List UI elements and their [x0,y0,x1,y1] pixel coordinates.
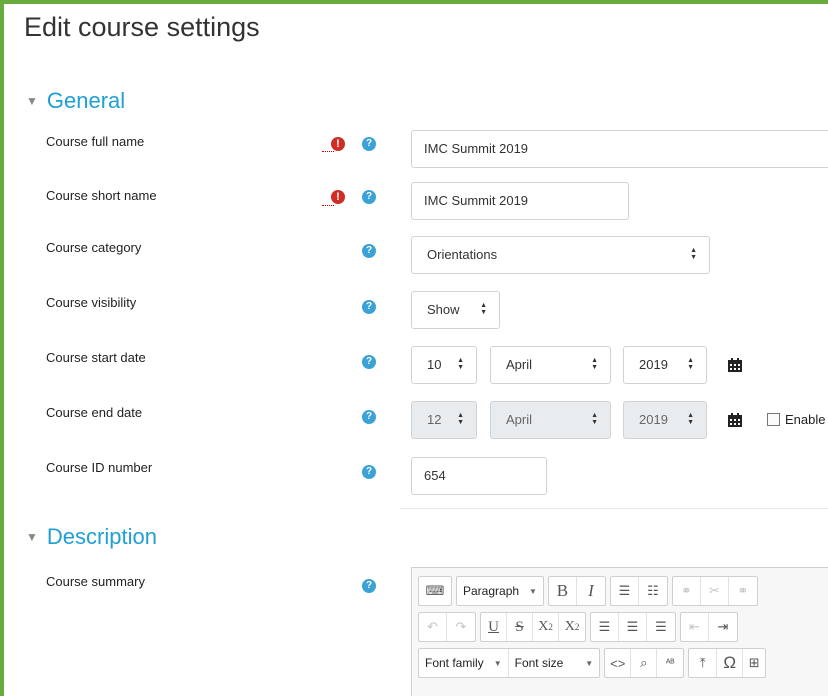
subscript-button[interactable]: X2 [533,613,559,641]
editor-toolbar-row-3: Font family ▼ Font size ▼ <> ⌕ ᴬᴮ ⤒ Ω ⊞ [418,648,767,678]
dropdown-arrow-icon: ▼ [529,586,537,596]
calendar-icon[interactable] [727,412,743,428]
course-category-value: Orientations [427,247,498,262]
unlink-icon[interactable]: ✂ [701,577,729,605]
exclamation-circle-icon[interactable]: ! [331,190,345,204]
question-circle-icon[interactable]: ? [362,355,376,369]
start-day-value: 10 [427,357,442,372]
indent-icon[interactable]: ⇥ [709,613,737,641]
required-underline [322,204,334,206]
align-left-icon[interactable]: ☰ [591,613,619,641]
undo-icon[interactable]: ↶ [419,613,447,641]
code-icon[interactable]: <> [605,649,632,677]
omega-icon[interactable]: Ω [717,649,744,677]
editor-toolbar-row-1: ⌨ Paragraph ▼ B I ☰ ☷ ⚭ ✂ ⚭ [418,576,758,606]
italic-button[interactable]: I [577,577,605,605]
end-month-value: April [506,412,533,427]
anchor-icon[interactable]: ⚭ [729,577,757,605]
sort-arrows-icon: ▲ ▼ [480,302,487,317]
bullet-list-icon[interactable]: ☰ [611,577,639,605]
end-day-select[interactable]: 12 ▲ ▼ [411,401,477,439]
question-circle-icon[interactable]: ? [362,579,376,593]
end-day-value: 12 [427,412,442,427]
end-date-enable-label: Enable [785,412,826,427]
section-divider [400,508,828,509]
label-course-summary: Course summary [46,574,145,589]
label-course-id-number: Course ID number [46,460,153,475]
course-category-select[interactable]: Orientations ▲ ▼ [411,236,710,274]
start-day-select[interactable]: 10 ▲ ▼ [411,346,477,384]
align-center-icon[interactable]: ☰ [619,613,647,641]
sort-arrows-icon: ▲ ▼ [687,357,694,372]
label-course-end-date: Course end date [46,405,143,420]
sort-arrows-icon: ▲ ▼ [457,357,464,372]
section-toggle-description[interactable]: ▼ Description [26,524,157,550]
calendar-icon[interactable] [727,357,743,373]
question-circle-icon[interactable]: ? [362,244,376,258]
end-date-enable-checkbox[interactable] [767,413,780,426]
page-frame: Edit course settings ▼ General Course fu… [0,0,828,696]
font-size-dropdown[interactable]: Font size ▼ [507,649,600,677]
start-month-value: April [506,357,533,372]
course-visibility-select[interactable]: Show ▲ ▼ [411,291,500,329]
dropdown-arrow-icon: ▼ [585,658,594,668]
course-visibility-value: Show [427,302,460,317]
section-toggle-general[interactable]: ▼ General [26,88,125,114]
keyboard-icon[interactable]: ⌨ [419,577,451,605]
start-month-select[interactable]: April ▲ ▼ [490,346,611,384]
sort-arrows-icon: ▲ ▼ [591,412,598,427]
underline-button[interactable]: U [481,613,507,641]
question-circle-icon[interactable]: ? [362,190,376,204]
summary-editor: ⌨ Paragraph ▼ B I ☰ ☷ ⚭ ✂ ⚭ ↶ ↷ U S X 2 … [411,567,828,696]
bold-button[interactable]: B [549,577,577,605]
end-year-select[interactable]: 2019 ▲ ▼ [623,401,707,439]
strikethrough-button[interactable]: S [507,613,533,641]
table-icon[interactable]: ⊞ [743,649,765,677]
superscript-button[interactable]: X2 [559,613,585,641]
caret-down-icon: ▼ [26,530,38,544]
find-replace-icon[interactable]: ⌕ [631,649,658,677]
start-year-value: 2019 [639,357,668,372]
start-year-select[interactable]: 2019 ▲ ▼ [623,346,707,384]
course-id-number-input[interactable]: 654 [411,457,547,495]
end-year-value: 2019 [639,412,668,427]
course-full-name-input[interactable]: IMC Summit 2019 [411,130,828,168]
section-title-general: General [46,88,126,113]
question-circle-icon[interactable]: ? [362,410,376,424]
course-short-name-input[interactable]: IMC Summit 2019 [411,182,629,220]
upload-icon[interactable]: ⤒ [689,649,718,677]
link-icon[interactable]: ⚭ [673,577,701,605]
question-circle-icon[interactable]: ? [362,137,376,151]
dropdown-arrow-icon: ▼ [493,658,502,668]
section-title-description: Description [46,524,157,549]
caret-down-icon: ▼ [26,94,38,108]
label-course-start-date: Course start date [46,350,146,365]
label-course-full-name: Course full name [46,134,145,149]
editor-toolbar-row-2: ↶ ↷ U S X2 X2 ☰ ☰ ☰ ⇤ ⇥ [418,612,738,642]
label-course-category: Course category [46,240,142,255]
sort-arrows-icon: ▲ ▼ [457,412,464,427]
outdent-icon[interactable]: ⇤ [681,613,709,641]
label-course-visibility: Course visibility [46,295,137,310]
paragraph-dropdown[interactable]: Paragraph ▼ [457,577,543,605]
required-underline [322,150,334,152]
question-circle-icon[interactable]: ? [362,300,376,314]
label-course-short-name: Course short name [46,188,157,203]
sort-arrows-icon: ▲ ▼ [591,357,598,372]
page-title: Edit course settings [24,12,260,42]
end-month-select[interactable]: April ▲ ▼ [490,401,611,439]
redo-icon[interactable]: ↷ [447,613,475,641]
question-circle-icon[interactable]: ? [362,465,376,479]
numbered-list-icon[interactable]: ☷ [639,577,667,605]
exclamation-circle-icon[interactable]: ! [331,137,345,151]
sort-arrows-icon: ▲ ▼ [690,247,697,262]
font-family-dropdown[interactable]: Font family ▼ [419,649,508,677]
sort-arrows-icon: ▲ ▼ [687,412,694,427]
text-case-icon[interactable]: ᴬᴮ [657,649,683,677]
align-right-icon[interactable]: ☰ [647,613,675,641]
